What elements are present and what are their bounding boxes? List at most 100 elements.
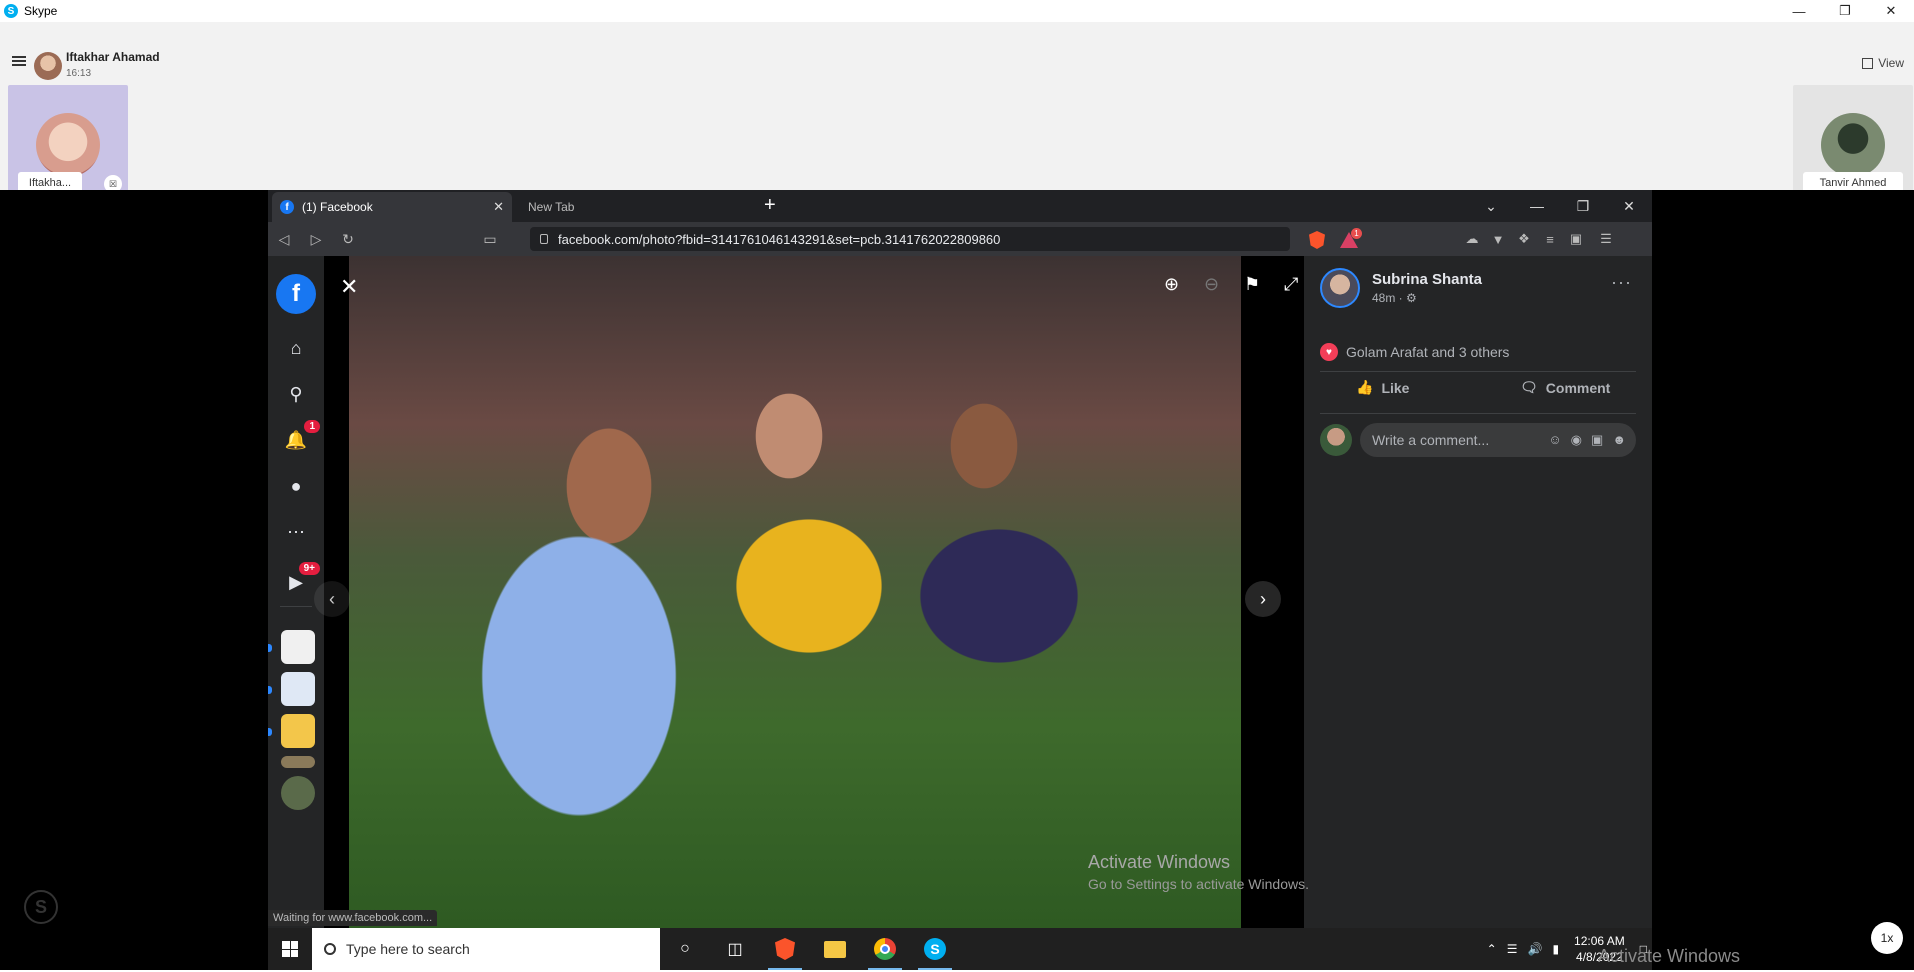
tab-close-icon[interactable]: ✕ (493, 199, 504, 215)
zoom-out-icon[interactable]: ⊖ (1204, 274, 1219, 295)
participant-avatar (36, 113, 100, 177)
playlist-icon[interactable]: ≡ (1542, 231, 1558, 247)
minimize-button[interactable]: — (1776, 0, 1822, 22)
file-explorer-icon[interactable] (810, 928, 860, 970)
browser-minimize-button[interactable]: — (1514, 190, 1560, 222)
emoji-icon[interactable]: ☺ (1548, 432, 1561, 448)
love-reaction-icon: ♥ (1320, 343, 1338, 361)
comment-label: Comment (1545, 379, 1611, 396)
menu-icon[interactable] (12, 56, 26, 66)
tab-label: (1) Facebook (302, 200, 373, 214)
bookmark-icon[interactable]: ▭ (474, 231, 506, 248)
browser-status-bar: Waiting for www.facebook.com... (268, 910, 438, 926)
comment-tools: ☺ ◉ ▣ ☻ (1548, 432, 1626, 448)
rewards-badge: 1 (1351, 228, 1362, 239)
commenter-avatar (1320, 424, 1352, 456)
unread-indicator (268, 728, 272, 736)
battery-icon[interactable]: ▮ (1552, 942, 1559, 956)
windows-logo-icon (282, 941, 298, 957)
extensions-puzzle-icon[interactable]: ❖ (1516, 231, 1532, 247)
caller-avatar[interactable] (34, 52, 62, 80)
like-button[interactable]: 👍 Like (1356, 379, 1409, 396)
reload-icon[interactable]: ↻ (332, 231, 364, 248)
playback-speed-button[interactable]: 1x (1871, 922, 1903, 954)
participant-tile-self[interactable]: Iftakha... ☒ (8, 85, 128, 205)
watch-icon[interactable]: ▶ 9+ (280, 562, 320, 598)
participant-avatar (1821, 113, 1885, 177)
activate-title: Activate Windows (1088, 852, 1231, 872)
taskbar-search[interactable]: Type here to search (312, 928, 660, 970)
profile-avatar[interactable] (281, 776, 315, 810)
cortana-icon[interactable]: ○ (660, 928, 710, 970)
search-placeholder: Type here to search (346, 941, 470, 957)
activate-subtitle: Go to Settings to activate Windows. (1088, 876, 1309, 892)
browser-toolbar: ◁ ▷ ↻ ▭ facebook.com/photo?fbid=31417610… (268, 222, 1652, 256)
post-timestamp: 48m · ⚙ (1372, 291, 1417, 305)
camera-icon[interactable]: ◉ (1571, 432, 1582, 448)
shortcut-group-2[interactable] (281, 672, 315, 706)
new-tab-plus-icon[interactable]: + (764, 194, 776, 217)
chrome-icon[interactable] (860, 928, 910, 970)
tray-chevron-icon[interactable]: ⌃ (1487, 942, 1497, 956)
task-view-icon[interactable]: ◫ (710, 928, 760, 970)
previous-photo-button[interactable]: ‹ (314, 581, 350, 617)
view-button[interactable]: View (1862, 56, 1904, 70)
restore-button[interactable]: ❐ (1822, 0, 1868, 22)
volume-icon[interactable]: 🔊 (1527, 942, 1542, 956)
forward-icon[interactable]: ▷ (300, 231, 332, 248)
call-duration: 16:13 (66, 68, 92, 79)
brave-taskbar-icon[interactable] (760, 928, 810, 970)
address-bar[interactable]: facebook.com/photo?fbid=3141761046143291… (530, 227, 1290, 251)
reactions-summary[interactable]: ♥ Golam Arafat and 3 others (1320, 343, 1509, 361)
browser-menu-icon[interactable]: ☰ (1598, 231, 1614, 247)
sticker-icon[interactable]: ☻ (1612, 432, 1626, 448)
tab-facebook[interactable]: f (1) Facebook ✕ (272, 192, 512, 222)
participant-tile-remote[interactable]: Tanvir Ahmed (1793, 85, 1913, 205)
author-avatar[interactable] (1320, 268, 1360, 308)
comment-bubble-icon: 🗨 (1520, 379, 1538, 395)
facebook-logo-icon[interactable]: f (276, 274, 316, 314)
activate-windows-watermark: Activate Windows Go to Settings to activ… (1088, 852, 1309, 892)
grid-view-icon (1862, 57, 1874, 69)
divider (1320, 413, 1636, 414)
author-name[interactable]: Subrina Shanta (1372, 271, 1482, 288)
app-title: Skype (24, 4, 58, 18)
wallet-icon[interactable]: ▣ (1568, 231, 1584, 247)
zoom-in-icon[interactable]: ⊕ (1164, 274, 1179, 295)
home-icon[interactable]: ⌂ (280, 332, 312, 364)
notifications-badge: 1 (304, 420, 320, 433)
shortcut-group-4[interactable] (281, 756, 315, 768)
search-icon[interactable]: ⚲ (280, 378, 312, 410)
window-controls: — ❐ ✕ (1776, 0, 1914, 22)
tab-search-chevron-icon[interactable]: ⌄ (1468, 190, 1514, 222)
fullscreen-icon[interactable]: ⤢ (1284, 274, 1298, 295)
more-options-icon[interactable]: ··· (1611, 272, 1632, 293)
photo-image[interactable] (349, 256, 1241, 928)
tag-icon[interactable]: ⚑ (1244, 274, 1260, 295)
vpn-extension-icon[interactable]: ▼ (1490, 231, 1506, 247)
shortcut-group-1[interactable] (281, 630, 315, 664)
skype-taskbar-icon[interactable]: S (910, 928, 960, 970)
start-button[interactable] (268, 928, 312, 970)
cloud-extension-icon[interactable]: ☁ (1464, 231, 1480, 247)
tab-new-tab[interactable]: New Tab (520, 192, 760, 222)
comment-button[interactable]: 🗨 Comment (1520, 379, 1610, 396)
shortcut-group-3[interactable] (281, 714, 315, 748)
next-photo-button[interactable]: › (1245, 581, 1281, 617)
menu-grid-icon[interactable]: ⋯ (280, 516, 312, 548)
post-time-text: 48m · (1372, 291, 1403, 305)
network-icon[interactable]: ☰ (1507, 942, 1518, 956)
comment-input[interactable]: Write a comment... ☺ ◉ ▣ ☻ (1360, 423, 1636, 457)
back-icon[interactable]: ◁ (268, 231, 300, 248)
activate-windows-watermark-bottom: Activate Windows (1598, 946, 1741, 966)
windows-taskbar: Type here to search ○ ◫ S ⌃ ☰ 🔊 ▮ 12:06 … (268, 928, 1652, 970)
browser-close-button[interactable]: ✕ (1606, 190, 1652, 222)
close-button[interactable]: ✕ (1868, 0, 1914, 22)
messenger-icon[interactable]: ● (280, 470, 312, 502)
browser-restore-button[interactable]: ❐ (1560, 190, 1606, 222)
brave-shields-icon[interactable] (1309, 231, 1325, 249)
close-viewer-icon[interactable]: ✕ (340, 274, 358, 300)
gif-icon[interactable]: ▣ (1591, 432, 1603, 448)
skype-title-bar: S Skype — ❐ ✕ (0, 0, 1914, 22)
notifications-bell-icon[interactable]: 🔔 1 (280, 420, 320, 456)
